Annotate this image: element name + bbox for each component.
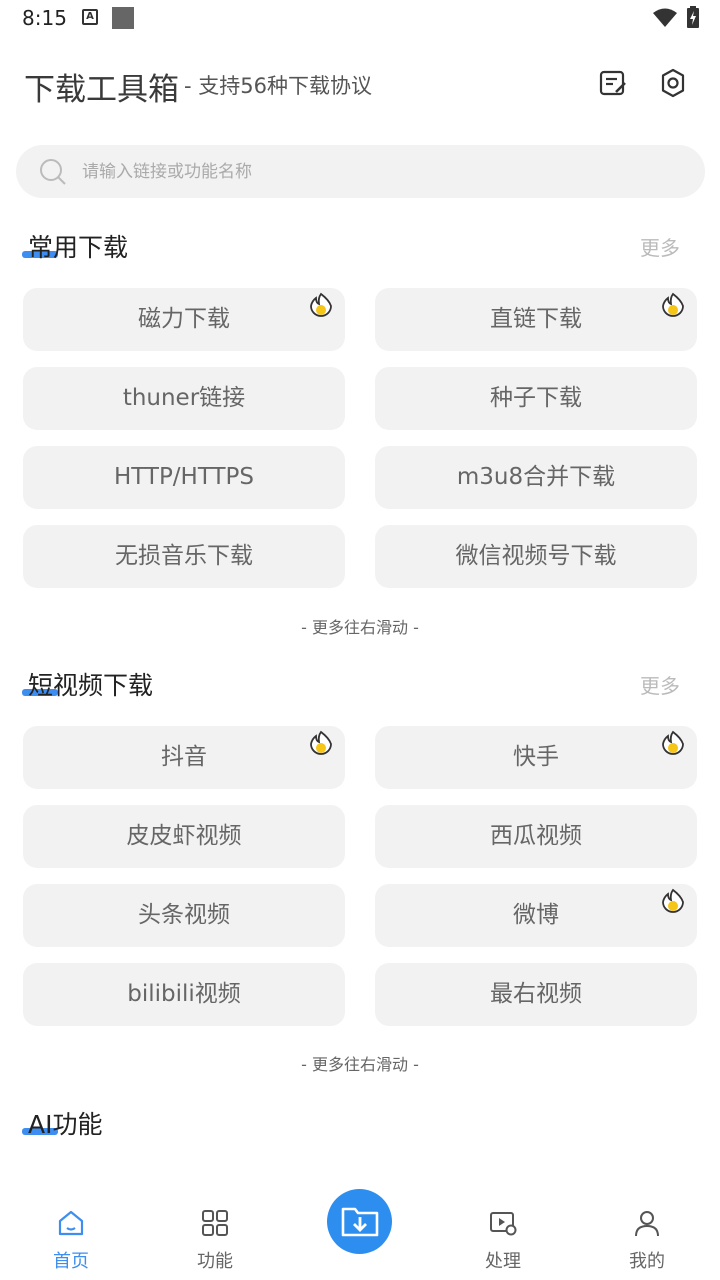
tile-zuiyou[interactable]: 最右视频 <box>375 963 697 1026</box>
tile-label: bilibili视频 <box>127 981 241 1007</box>
tile-label: 头条视频 <box>138 902 230 928</box>
tile-douyin[interactable]: 抖音 <box>23 726 345 789</box>
tile-pipixia[interactable]: 皮皮虾视频 <box>23 805 345 868</box>
hot-flame-icon <box>662 730 684 755</box>
tile-label: 皮皮虾视频 <box>126 823 242 849</box>
section-header: 短视频下载 更多 <box>0 666 720 706</box>
tile-label: 直链下载 <box>490 306 582 332</box>
grid-icon <box>202 1210 228 1236</box>
tile-weibo[interactable]: 微博 <box>375 884 697 947</box>
tile-kuaishou[interactable]: 快手 <box>375 726 697 789</box>
section-title: 常用下载 <box>28 233 129 262</box>
tile-label: 西瓜视频 <box>490 823 582 849</box>
user-icon <box>635 1211 659 1237</box>
status-time: 8:15 <box>22 6 67 30</box>
tile-label: 种子下载 <box>490 385 582 411</box>
tile-label: thuner链接 <box>122 385 246 411</box>
tile-toutiao[interactable]: 头条视频 <box>23 884 345 947</box>
tile-thunder-link[interactable]: thuner链接 <box>23 367 345 430</box>
tile-label: HTTP/HTTPS <box>113 464 255 490</box>
more-link[interactable]: 更多 <box>640 670 680 699</box>
section-header: AI功能 <box>0 1105 720 1145</box>
tile-magnet-download[interactable]: 磁力下载 <box>23 288 345 351</box>
video-settings-icon <box>490 1212 517 1236</box>
nav-label: 首页 <box>53 1251 89 1272</box>
tile-label: 快手 <box>513 744 559 770</box>
tile-label: 最右视频 <box>490 981 582 1007</box>
tile-label: 无损音乐下载 <box>115 543 253 569</box>
nav-label: 功能 <box>197 1251 233 1272</box>
search-icon <box>40 159 66 185</box>
section-ai-features: AI功能 <box>0 1105 720 1145</box>
nav-mine[interactable]: 我的 <box>602 1185 692 1280</box>
app-subtitle: - 支持56种下载协议 <box>184 74 372 98</box>
settings-gear-icon[interactable] <box>658 68 688 98</box>
section-short-video: 短视频下载 更多 抖音 快手 皮皮虾视频 西瓜视频 头条视频 微博 bilibi… <box>0 666 720 1074</box>
tile-label: 微博 <box>513 902 559 928</box>
nav-label: 我的 <box>629 1251 665 1272</box>
tile-label: 抖音 <box>161 744 207 770</box>
battery-icon <box>687 6 699 28</box>
section-title: 短视频下载 <box>28 671 154 700</box>
nav-label: 处理 <box>485 1251 521 1272</box>
edit-notes-icon[interactable] <box>598 68 628 98</box>
section-title: AI功能 <box>28 1110 103 1139</box>
tile-bilibili[interactable]: bilibili视频 <box>23 963 345 1026</box>
search-bar[interactable] <box>16 145 705 198</box>
status-bar: 8:15 A <box>0 0 720 36</box>
home-icon <box>58 1210 84 1236</box>
tile-torrent-download[interactable]: 种子下载 <box>375 367 697 430</box>
hot-flame-icon <box>662 888 684 913</box>
section-header: 常用下载 更多 <box>0 228 720 268</box>
tile-m3u8-merge[interactable]: m3u8合并下载 <box>375 446 697 509</box>
nav-process[interactable]: 处理 <box>458 1185 548 1280</box>
nav-home[interactable]: 首页 <box>26 1185 116 1280</box>
more-link[interactable]: 更多 <box>640 232 680 261</box>
accessibility-icon: A <box>82 9 98 25</box>
tile-label: 微信视频号下载 <box>455 543 617 569</box>
tile-label: m3u8合并下载 <box>456 464 616 490</box>
section-common-download: 常用下载 更多 磁力下载 直链下载 thuner链接 种子下载 HTTP/HTT… <box>0 228 720 637</box>
search-input[interactable] <box>82 145 682 198</box>
app-header: 下载工具箱 - 支持56种下载协议 <box>0 60 720 110</box>
tile-wechat-video[interactable]: 微信视频号下载 <box>375 525 697 588</box>
swipe-hint: - 更多往右滑动 - <box>301 1055 419 1074</box>
tile-direct-download[interactable]: 直链下载 <box>375 288 697 351</box>
hot-flame-icon <box>310 730 332 755</box>
tile-http-https[interactable]: HTTP/HTTPS <box>23 446 345 509</box>
bottom-nav: 首页 功能 处理 我的 <box>0 1185 720 1280</box>
nav-features[interactable]: 功能 <box>170 1185 260 1280</box>
app-title: 下载工具箱 <box>24 72 179 108</box>
tile-lossless-music[interactable]: 无损音乐下载 <box>23 525 345 588</box>
notification-square-icon <box>112 7 134 29</box>
tile-label: 磁力下载 <box>138 306 230 332</box>
hot-flame-icon <box>310 292 332 317</box>
download-center-button[interactable] <box>327 1189 392 1254</box>
wifi-icon <box>653 8 677 27</box>
download-folder-icon <box>341 1207 379 1237</box>
hot-flame-icon <box>662 292 684 317</box>
swipe-hint: - 更多往右滑动 - <box>301 618 419 637</box>
tile-xigua[interactable]: 西瓜视频 <box>375 805 697 868</box>
